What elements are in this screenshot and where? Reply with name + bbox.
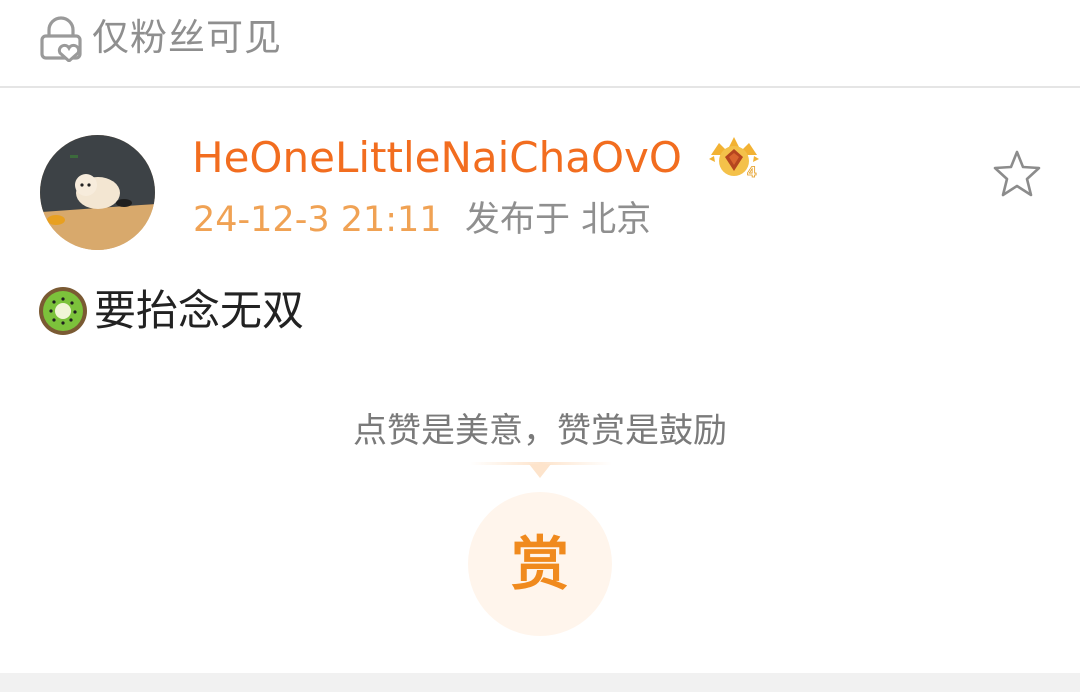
avatar[interactable] [40,135,155,250]
reward-caret [529,464,551,478]
visibility-bar: 仅粉丝可见 [0,0,1080,88]
reward-button[interactable]: 赏 [468,492,612,636]
author-name[interactable]: HeOneLittleNaiChaOvO [192,130,682,186]
star-outline-icon[interactable] [990,148,1044,200]
reward-prompt: 点赞是美意，赞赏是鼓励 [353,411,727,451]
vip-crown-badge-icon: 4 [709,137,759,181]
reward-button-label: 赏 [510,530,569,598]
visibility-label: 仅粉丝可见 [92,16,282,59]
kiwi-emoji-icon [39,287,87,335]
post-time: 24-12-3 21:11 [193,200,442,240]
post-text: 要抬念无双 [94,286,305,335]
badge-level: 4 [747,165,757,181]
bottom-divider [0,673,1080,692]
avatar-puppy [40,135,155,250]
post-location: 发布于 北京 [465,200,652,240]
lock-heart-icon [40,16,82,62]
